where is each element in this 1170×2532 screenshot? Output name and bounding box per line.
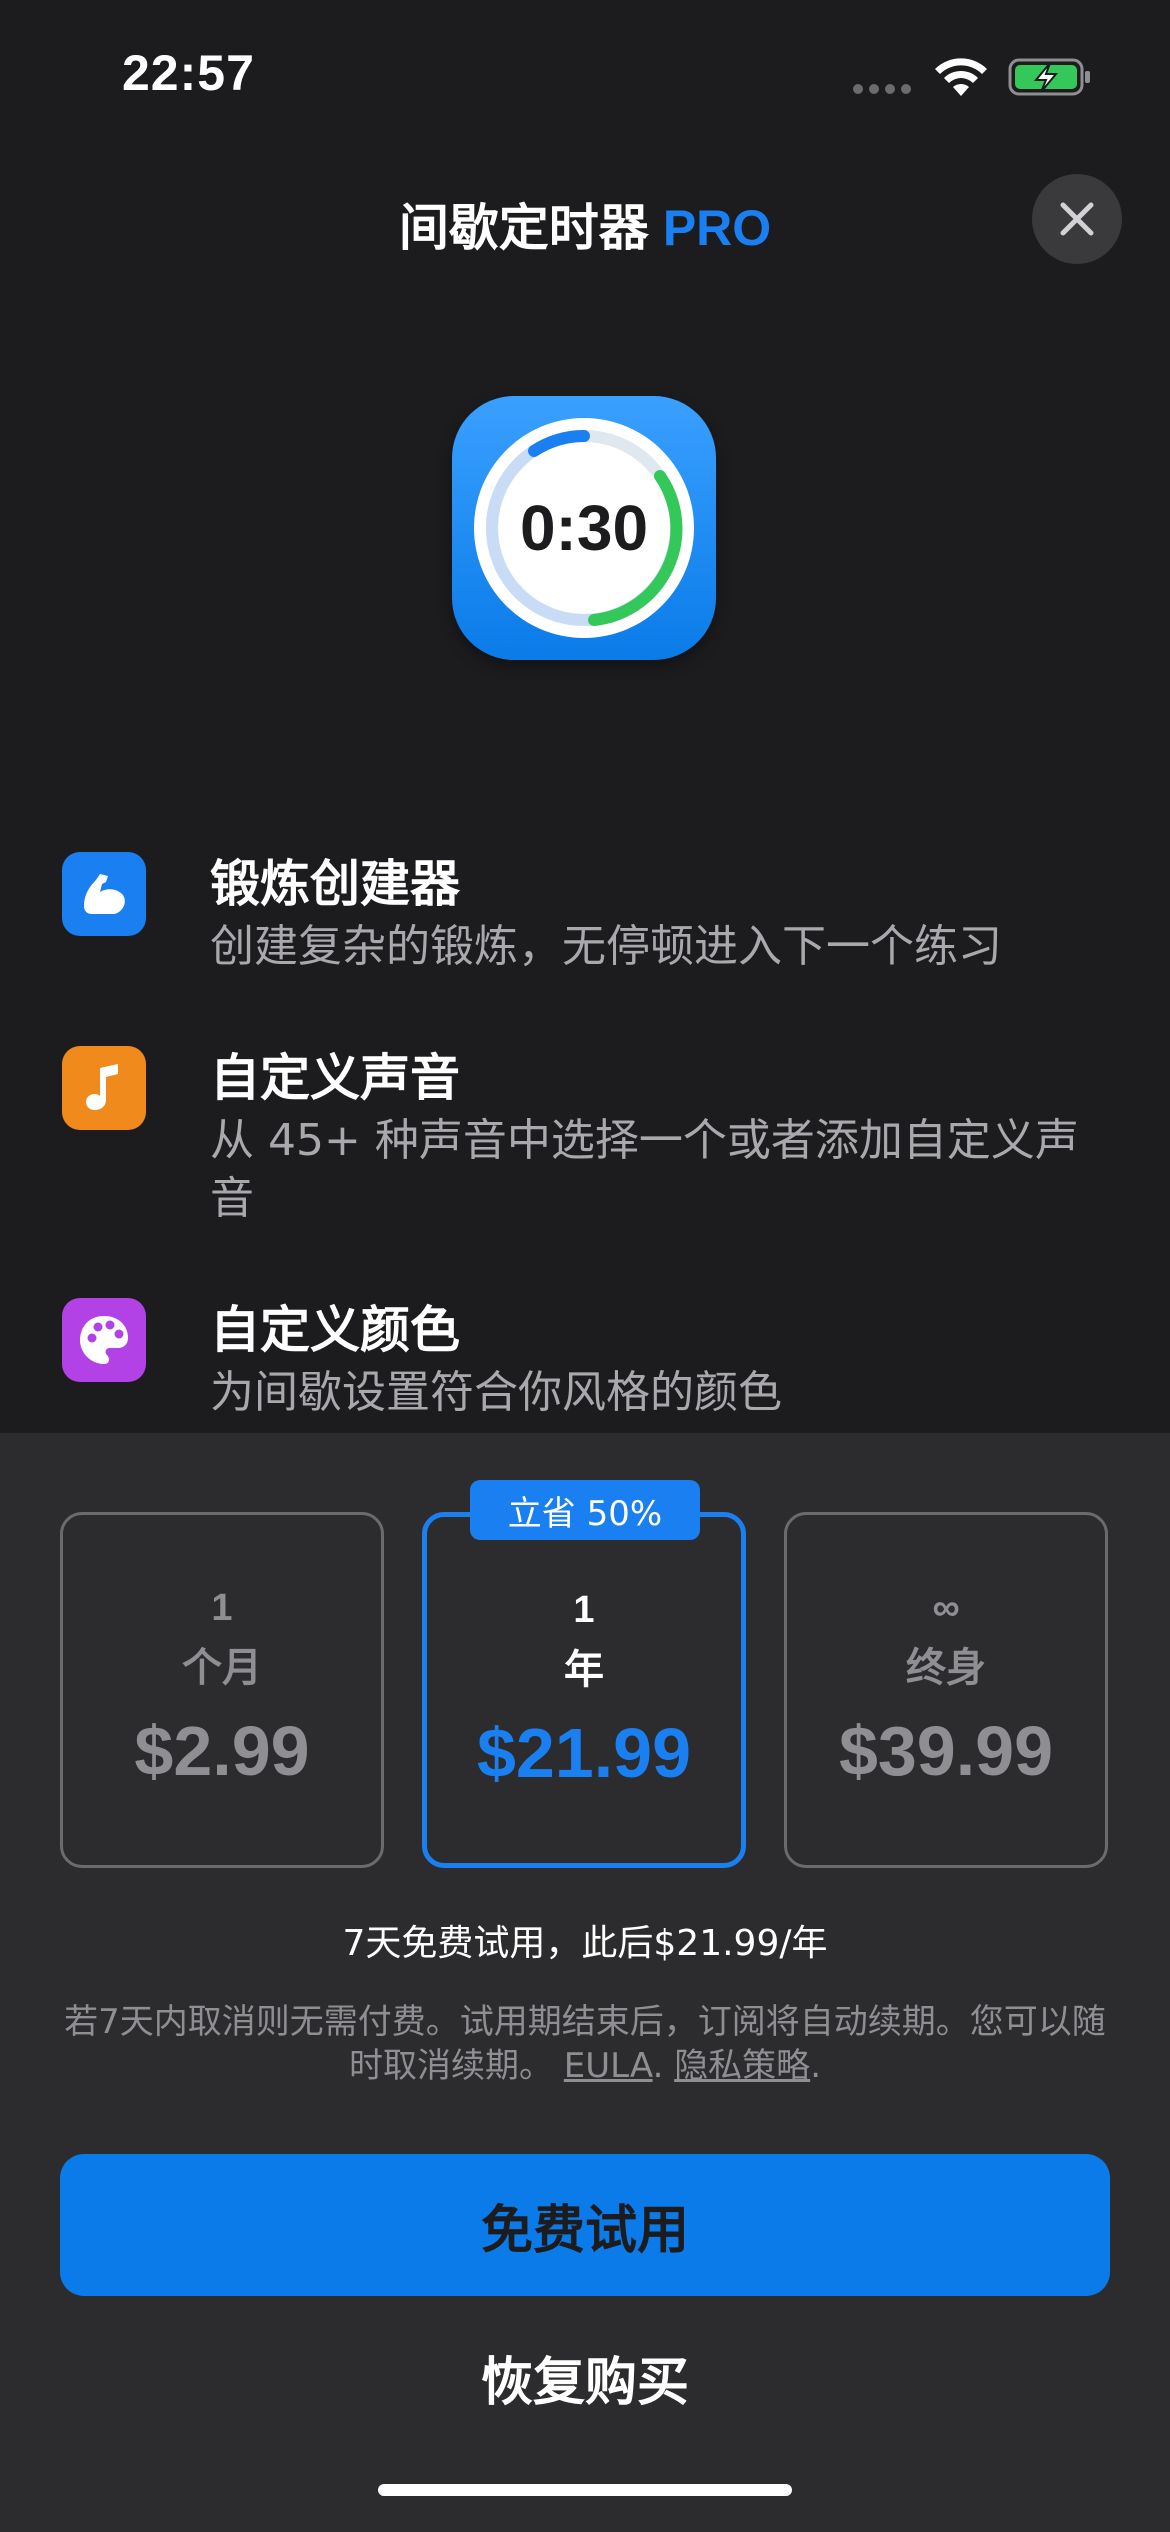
plan-monthly[interactable]: 1 个月 $2.99 [60,1512,384,1868]
trial-text: 7天免费试用，此后$21.99/年 [342,1923,828,1964]
terms-separator: . [810,2046,821,2086]
plan-lifetime[interactable]: ∞ 终身 $39.99 [784,1512,1108,1868]
privacy-link[interactable]: 隐私策略 [674,2046,810,2086]
plan-yearly[interactable]: 1 年 $21.99 [422,1512,746,1868]
palette-icon [62,1298,146,1382]
plan-count: 1 [573,1589,595,1631]
plan-price: $39.99 [838,1712,1054,1790]
plan-period: 终身 [906,1645,986,1691]
savings-badge: 立省 50% [470,1480,700,1540]
feature-title: 自定义颜色 [210,1301,460,1359]
terms-separator: . [652,2046,664,2086]
feature-title: 自定义声音 [210,1049,460,1107]
home-indicator [378,2484,792,2496]
eula-link[interactable]: EULA [564,2046,653,2086]
feature-title: 锻炼创建器 [210,855,460,913]
title-text: 间歇定时器 [398,199,649,257]
plan-price: $21.99 [476,1714,692,1792]
close-button[interactable] [1032,174,1122,264]
feature-description: 从 45+ 种声音中选择一个或者添加自定义声音 [210,1115,1079,1224]
app-icon: 0:30 [452,396,716,660]
plan-count: ∞ [932,1587,960,1629]
free-trial-button[interactable]: 免费试用 [60,2154,1110,2296]
plan-period: 个月 [182,1645,262,1691]
close-icon [1060,202,1094,236]
battery-charging-icon [1008,58,1090,96]
terms-text: 若7天内取消则无需付费。试用期结束后，订阅将自动续期。您可以随时取消续期。 EU… [56,2000,1114,2088]
feature-description: 为间歇设置符合你风格的颜色 [210,1367,782,1418]
pro-badge: PRO [662,200,772,256]
wifi-icon [935,58,987,96]
page-title: 间歇定时器 PRO [0,188,1170,260]
plan-period: 年 [564,1647,604,1693]
cellular-signal-icon [853,84,911,94]
status-time: 22:57 [122,45,255,101]
music-note-icon [62,1046,146,1130]
app-icon-time: 0:30 [519,492,649,564]
plan-price: $2.99 [134,1712,310,1790]
plan-count: 1 [211,1587,233,1629]
feature-description: 创建复杂的锻炼，无停顿进入下一个练习 [210,921,1002,972]
restore-purchase-button[interactable]: 恢复购买 [0,2340,1170,2415]
muscle-icon [62,852,146,936]
